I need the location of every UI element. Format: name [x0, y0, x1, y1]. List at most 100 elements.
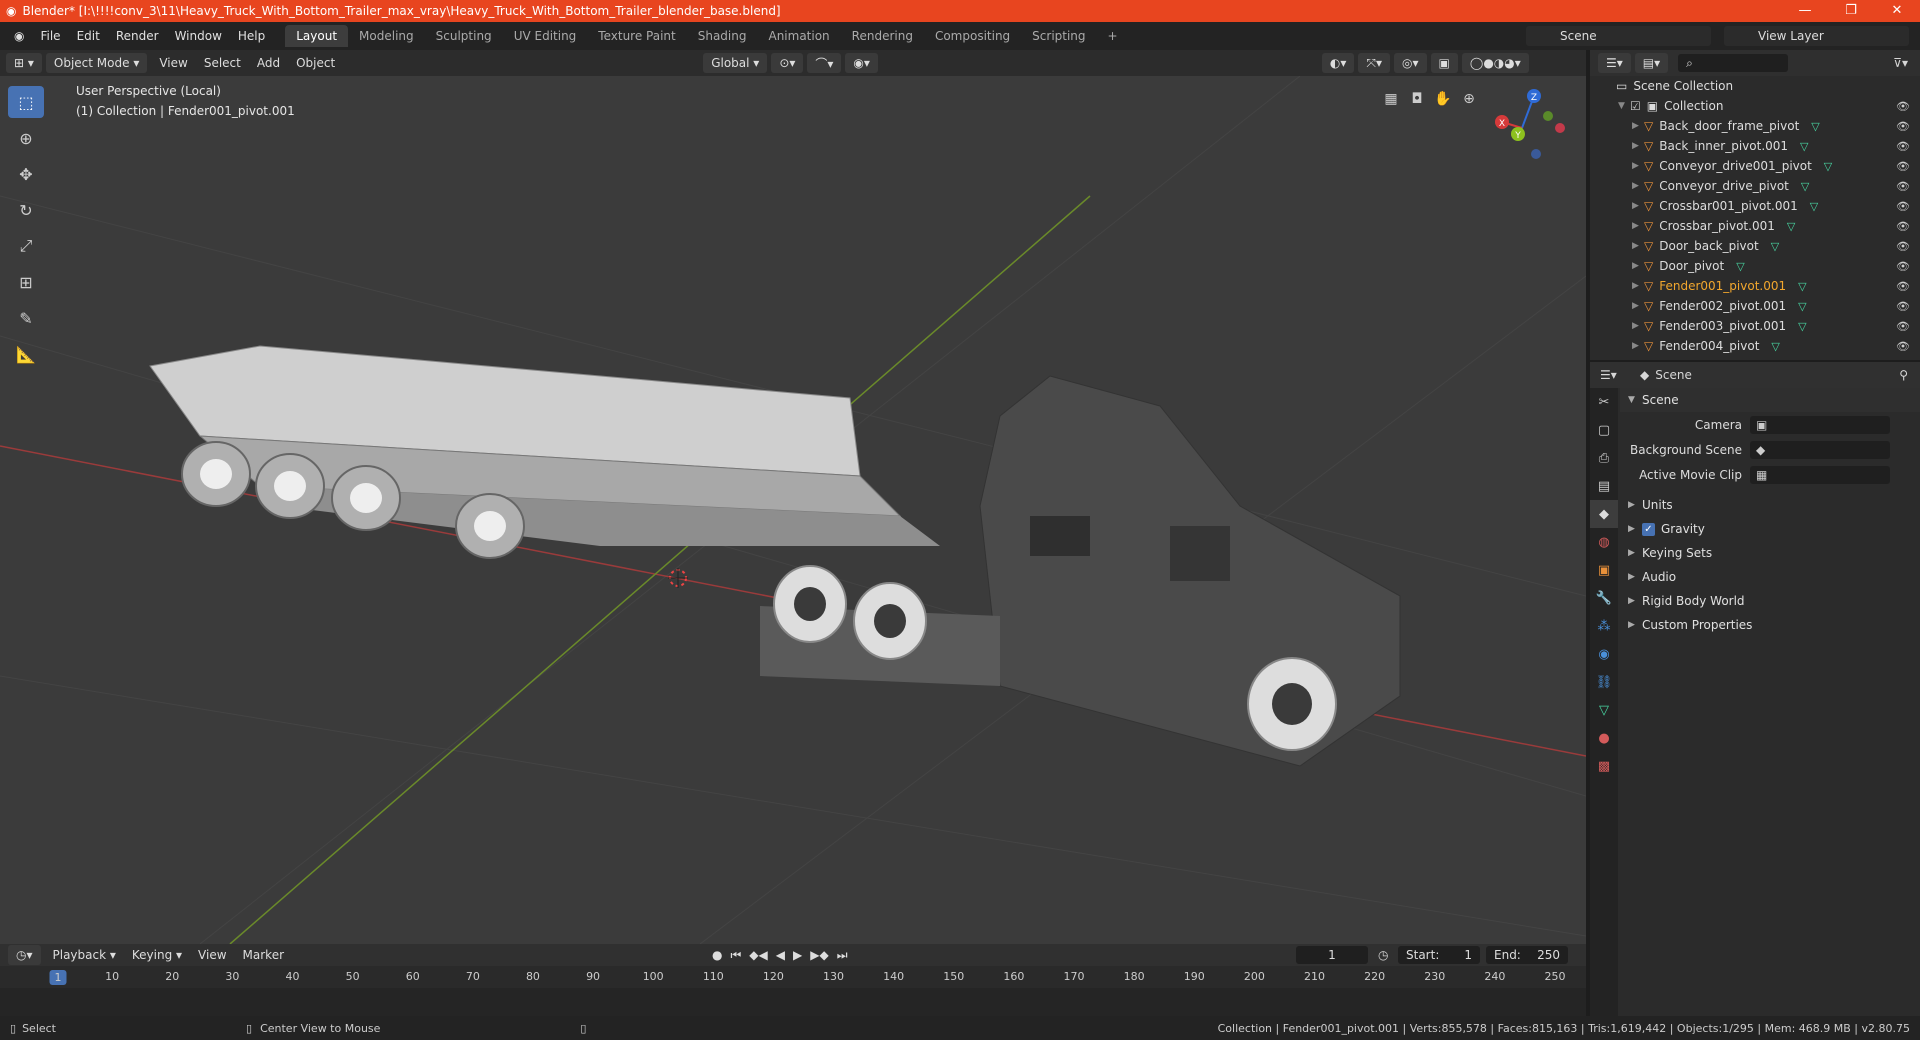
outliner-item[interactable]: ▶ ▽ Fender004_pivot ▽ 👁: [1590, 336, 1920, 356]
eye-icon[interactable]: 👁: [1896, 320, 1910, 333]
close-button[interactable]: ✕: [1874, 0, 1920, 22]
menu-file[interactable]: File: [32, 29, 68, 43]
play-icon[interactable]: ▶: [793, 948, 802, 963]
world-tab-icon[interactable]: ◍: [1590, 528, 1618, 556]
visibility-icon[interactable]: ◐▾: [1321, 53, 1355, 73]
truck-model[interactable]: [760, 375, 1401, 767]
tab-uv-editing[interactable]: UV Editing: [503, 25, 588, 47]
background-scene-field[interactable]: ◆: [1750, 440, 1890, 459]
rigid-body-world-section[interactable]: ▶ Rigid Body World: [1620, 589, 1920, 613]
mesh-data-icon[interactable]: ▽: [1798, 280, 1806, 293]
expand-arrow-icon[interactable]: ▶: [1632, 201, 1644, 211]
expand-arrow-icon[interactable]: ▶: [1632, 141, 1644, 151]
mesh-data-icon[interactable]: ▽: [1787, 220, 1795, 233]
mesh-data-icon[interactable]: ▽: [1798, 320, 1806, 333]
start-frame-field[interactable]: Start: 1: [1398, 946, 1480, 964]
add-workspace-button[interactable]: +: [1097, 25, 1129, 47]
tab-scripting[interactable]: Scripting: [1021, 25, 1096, 47]
tab-modeling[interactable]: Modeling: [348, 25, 425, 47]
collection-row[interactable]: ▼ ☑ ▣ Collection 👁: [1590, 96, 1920, 116]
eye-icon[interactable]: 👁: [1896, 160, 1910, 173]
timeline-menu-keying[interactable]: Keying ▾: [124, 948, 190, 962]
keying-sets-section[interactable]: ▶ Keying Sets: [1620, 541, 1920, 565]
eye-icon[interactable]: 👁: [1896, 280, 1910, 293]
outliner-item[interactable]: ▶ ▽ Door_pivot ▽ 👁: [1590, 256, 1920, 276]
expand-arrow-icon[interactable]: ▶: [1632, 281, 1644, 291]
menu-edit[interactable]: Edit: [69, 29, 108, 43]
filter-icon[interactable]: ⊽▾: [1893, 56, 1908, 70]
tab-compositing[interactable]: Compositing: [924, 25, 1021, 47]
expand-arrow-icon[interactable]: ▶: [1632, 321, 1644, 331]
eye-icon[interactable]: 👁: [1896, 100, 1910, 113]
expand-arrow-icon[interactable]: ▶: [1632, 161, 1644, 171]
expand-arrow-icon[interactable]: ▶: [1632, 301, 1644, 311]
rotate-icon[interactable]: ↻: [8, 194, 44, 226]
checkbox-icon[interactable]: ☑: [1630, 99, 1641, 113]
jump-start-icon[interactable]: ⏮: [730, 948, 741, 963]
menu-render[interactable]: Render: [108, 29, 167, 43]
viewport-menu-view[interactable]: View: [151, 56, 195, 70]
record-icon[interactable]: ●: [712, 948, 722, 963]
view-layer-tab-icon[interactable]: ▤: [1590, 472, 1618, 500]
xray-toggle-icon[interactable]: ▣: [1430, 53, 1458, 73]
scene-section-header[interactable]: ▼ Scene: [1620, 388, 1920, 412]
transform-icon[interactable]: ⊞: [8, 266, 44, 298]
minimize-button[interactable]: —: [1782, 0, 1828, 22]
gravity-checkbox[interactable]: ✓: [1642, 522, 1655, 536]
scene-collection-row[interactable]: ▭ Scene Collection: [1590, 76, 1920, 96]
clock-icon[interactable]: ◷: [1378, 948, 1388, 962]
blender-menu-icon[interactable]: ◉: [6, 29, 32, 43]
expand-arrow-icon[interactable]: ▶: [1632, 121, 1644, 131]
current-frame-field[interactable]: 1: [1296, 946, 1368, 964]
tab-layout[interactable]: Layout: [285, 25, 349, 47]
modifier-tab-icon[interactable]: 🔧: [1590, 584, 1618, 612]
pin-icon[interactable]: ⚲: [1899, 368, 1908, 382]
mesh-data-icon[interactable]: ▽: [1800, 140, 1808, 153]
cursor-icon[interactable]: ⊕: [8, 122, 44, 154]
mesh-data-icon[interactable]: ▽: [1810, 200, 1818, 213]
outliner-item[interactable]: ▶ ▽ Fender003_pivot.001 ▽ 👁: [1590, 316, 1920, 336]
particles-tab-icon[interactable]: ⁂: [1590, 612, 1618, 640]
mesh-data-icon[interactable]: ▽: [1811, 120, 1819, 133]
move-icon[interactable]: ✥: [8, 158, 44, 190]
outliner-item[interactable]: ▶ ▽ Conveyor_drive001_pivot ▽ 👁: [1590, 156, 1920, 176]
display-mode-icon[interactable]: ▤▾: [1634, 53, 1669, 73]
zoom-icon[interactable]: ⊕: [1456, 86, 1482, 112]
eye-icon[interactable]: 👁: [1896, 200, 1910, 213]
mesh-data-icon[interactable]: ▽: [1771, 240, 1779, 253]
timeline-editor-type-icon[interactable]: ◷▾: [8, 945, 41, 965]
3d-viewport[interactable]: Z X Y User Perspective (Local) (1) Colle…: [0, 76, 1586, 944]
expand-arrow-icon[interactable]: ▶: [1632, 181, 1644, 191]
tool-tab-icon[interactable]: ✂: [1590, 388, 1618, 416]
frame-ruler[interactable]: 1 10 20 30 40 50 60 70 80 90 100 110 120 130 140 150 160…: [0, 966, 1586, 988]
scale-icon[interactable]: ⤢: [8, 230, 44, 262]
constraints-tab-icon[interactable]: ⛓: [1590, 668, 1618, 696]
transform-orientation-dropdown[interactable]: Global ▾: [703, 53, 768, 73]
shading-mode-icons[interactable]: ◯●◑◕▾: [1461, 53, 1529, 73]
viewport-menu-object[interactable]: Object: [288, 56, 343, 70]
outliner-item[interactable]: ▶ ▽ Conveyor_drive_pivot ▽ 👁: [1590, 176, 1920, 196]
units-section[interactable]: ▶ Units: [1620, 493, 1920, 517]
outliner-item[interactable]: ▶ ▽ Door_back_pivot ▽ 👁: [1590, 236, 1920, 256]
output-tab-icon[interactable]: ⎙: [1590, 444, 1618, 472]
overlay-toggle-icon[interactable]: ◎▾: [1394, 53, 1427, 73]
navigation-gizmo[interactable]: Z X Y: [1495, 89, 1565, 159]
eye-icon[interactable]: 👁: [1896, 140, 1910, 153]
jump-end-icon[interactable]: ⏭: [837, 948, 848, 963]
camera-view-icon[interactable]: ◘: [1404, 86, 1430, 112]
play-reverse-icon[interactable]: ◀: [776, 948, 785, 963]
eye-icon[interactable]: 👁: [1896, 120, 1910, 133]
tab-sculpting[interactable]: Sculpting: [425, 25, 503, 47]
eye-icon[interactable]: 👁: [1896, 340, 1910, 353]
tab-rendering[interactable]: Rendering: [841, 25, 924, 47]
scene-tab-icon[interactable]: ◆: [1590, 500, 1618, 528]
mode-dropdown[interactable]: Object Mode ▾: [45, 53, 148, 73]
mesh-data-icon[interactable]: ▽: [1798, 300, 1806, 313]
custom-properties-section[interactable]: ▶ Custom Properties: [1620, 613, 1920, 637]
texture-tab-icon[interactable]: ▩: [1590, 752, 1618, 780]
expand-arrow-icon[interactable]: ▶: [1632, 221, 1644, 231]
menu-help[interactable]: Help: [230, 29, 273, 43]
eye-icon[interactable]: 👁: [1896, 260, 1910, 273]
prev-keyframe-icon[interactable]: ◆◀: [749, 948, 767, 963]
pan-hand-icon[interactable]: ✋: [1430, 86, 1456, 112]
